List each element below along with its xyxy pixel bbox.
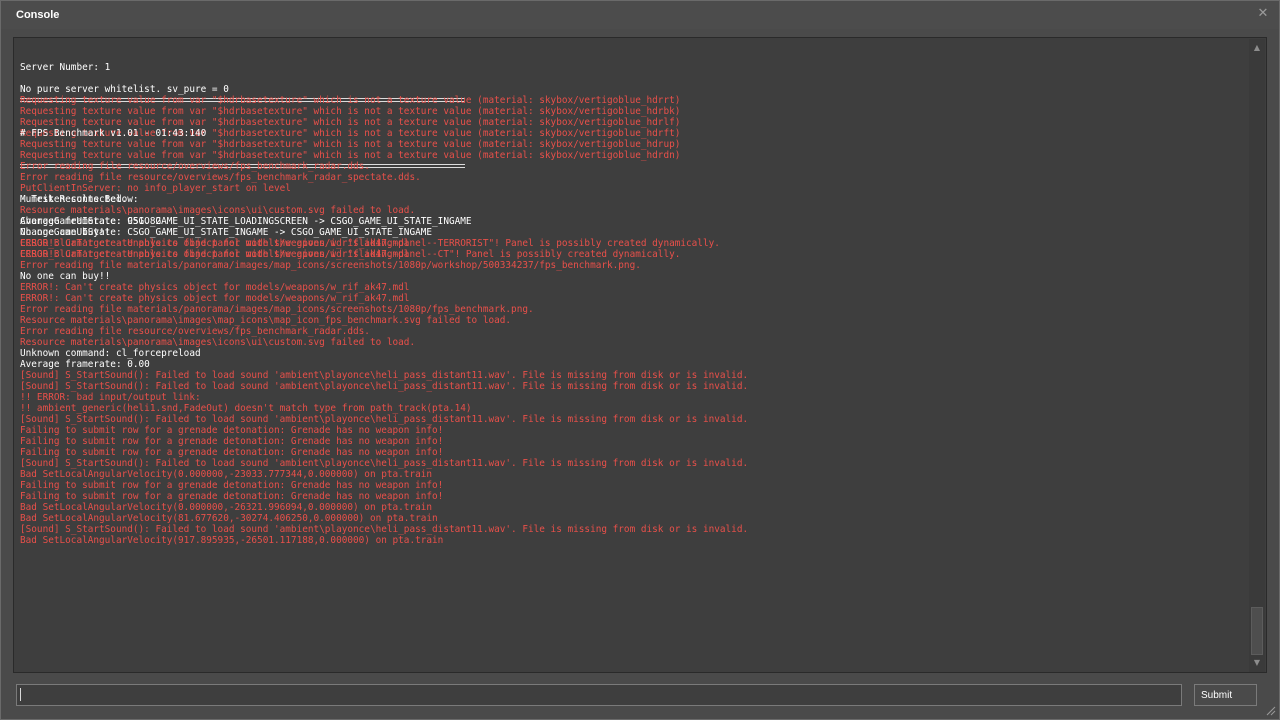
vertical-scrollbar[interactable]: ▲ ▼ bbox=[1249, 39, 1265, 672]
log-line: Error reading file resource/overviews/fp… bbox=[20, 161, 370, 172]
log-line: Failing to submit row for a grenade deto… bbox=[20, 491, 444, 502]
log-line: Resource materials\panorama\images\map_i… bbox=[20, 315, 512, 326]
log-line: ERROR!: Can't create physics object for … bbox=[20, 293, 410, 304]
text-caret bbox=[20, 688, 21, 701]
log-line: [Sound] S_StartSound(): Failed to load s… bbox=[20, 381, 749, 392]
log-line: Resource materials\panorama\images\icons… bbox=[20, 205, 416, 216]
command-input[interactable] bbox=[16, 684, 1182, 706]
log-line: Error reading file materials/panorama/im… bbox=[20, 304, 534, 315]
log-line: Requesting texture value from var "$hdrb… bbox=[20, 95, 681, 106]
resize-grip-icon[interactable] bbox=[1266, 706, 1276, 716]
log-line: Bad SetLocalAngularVelocity(0.000000,-23… bbox=[20, 469, 433, 480]
log-line: Requesting texture value from var "$hdrb… bbox=[20, 106, 681, 117]
log-line: Resource materials\panorama\images\icons… bbox=[20, 337, 416, 348]
log-line: Requesting texture value from var "$hdrb… bbox=[20, 150, 681, 161]
log-line: ChangeGameUIState: CSGO_GAME_UI_STATE_LO… bbox=[20, 216, 472, 227]
log-line: !! ERROR: bad input/output link: bbox=[20, 392, 201, 403]
log-line: Failing to submit row for a grenade deto… bbox=[20, 447, 444, 458]
scroll-up-arrow-icon[interactable]: ▲ bbox=[1249, 41, 1265, 55]
log-line: - Test Results Below: bbox=[20, 194, 139, 205]
log-line: Error reading file resource/overviews/fp… bbox=[20, 326, 370, 337]
log-lines-before: Server Number: 1 No pure server whitelist… bbox=[20, 62, 1250, 546]
window-title: Console bbox=[16, 9, 60, 21]
log-line: [Sound] S_StartSound(): Failed to load s… bbox=[20, 524, 749, 535]
log-line: Requesting texture value from var "$hdrb… bbox=[20, 117, 681, 128]
log-line: Unknown command: cl_forcepreload bbox=[20, 348, 201, 359]
log-line: Failing to submit row for a grenade deto… bbox=[20, 480, 444, 491]
log-line: Server Number: 1 bbox=[20, 62, 111, 73]
log-line: [Sound] S_StartSound(): Failed to load s… bbox=[20, 370, 749, 381]
log-line: Failing to submit row for a grenade deto… bbox=[20, 425, 444, 436]
log-line: No pure server whitelist. sv_pure = 0 bbox=[20, 84, 229, 95]
log-line: ERROR!: Can't create physics object for … bbox=[20, 282, 410, 293]
scrollbar-thumb[interactable] bbox=[1251, 607, 1263, 655]
log-line: Bad SetLocalAngularVelocity(917.895935,-… bbox=[20, 535, 444, 546]
scroll-down-arrow-icon[interactable]: ▼ bbox=[1249, 656, 1265, 670]
log-line: Bad SetLocalAngularVelocity(0.000000,-26… bbox=[20, 502, 433, 513]
log-line: No one can buy!! bbox=[20, 271, 111, 282]
title-bar[interactable]: Console ✕ bbox=[1, 1, 1279, 29]
log-line: PutClientInServer: no info_player_start … bbox=[20, 183, 291, 194]
log-line: [Sound] S_StartSound(): Failed to load s… bbox=[20, 458, 749, 469]
log-line: Error reading file materials/panorama/im… bbox=[20, 260, 641, 271]
submit-button[interactable]: Submit bbox=[1194, 684, 1257, 706]
log-line: [Sound] S_StartSound(): Failed to load s… bbox=[20, 414, 749, 425]
log-lines-after: - Test Results Below: Average framerate: … bbox=[20, 194, 1250, 260]
close-icon[interactable]: ✕ bbox=[1256, 7, 1270, 21]
log-line: Average framerate: 0.00 bbox=[20, 359, 150, 370]
log-line: !! ambient_generic(heli1.snd,FadeOut) do… bbox=[20, 403, 472, 414]
log-line: Failing to submit row for a grenade deto… bbox=[20, 436, 444, 447]
log-line: Requesting texture value from var "$hdrb… bbox=[20, 139, 681, 150]
console-output[interactable]: Server Number: 1 No pure server whitelist… bbox=[13, 37, 1267, 673]
log-line: Bad SetLocalAngularVelocity(81.677620,-3… bbox=[20, 513, 438, 524]
log-line: Error reading file resource/overviews/fp… bbox=[20, 172, 421, 183]
console-log: Server Number: 1 No pure server whitelist… bbox=[20, 40, 1250, 546]
console-window: Console ✕ Server Number: 1 No pure server… bbox=[0, 0, 1280, 720]
